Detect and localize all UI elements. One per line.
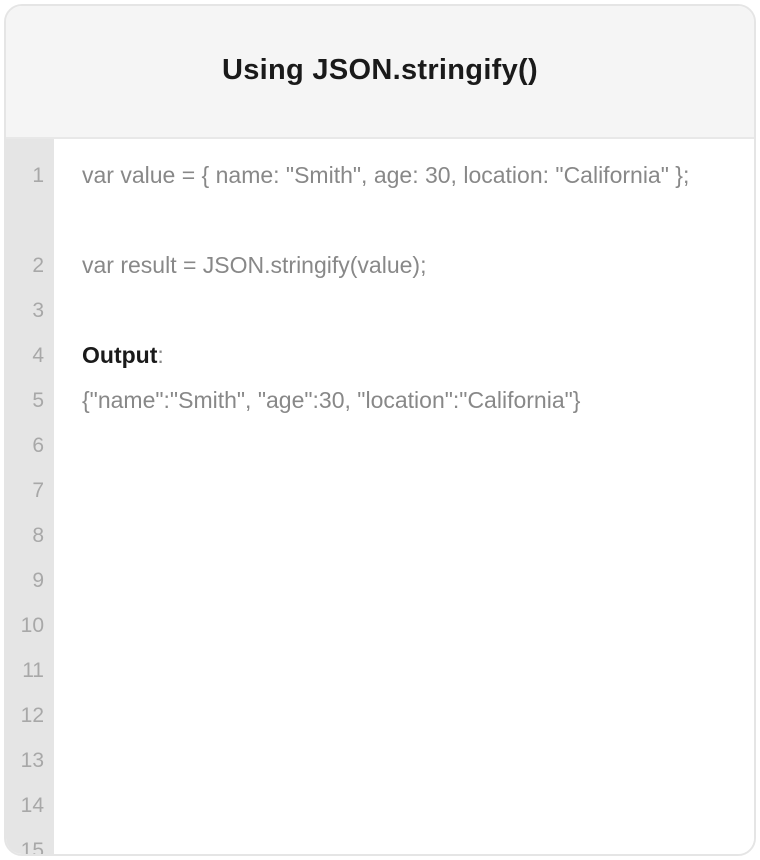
card-header: Using JSON.stringify(): [6, 6, 754, 139]
line-number: 4: [6, 333, 54, 378]
line-number: 7: [6, 468, 54, 513]
line-number: 14: [6, 783, 54, 828]
line-number: 8: [6, 513, 54, 558]
line-number: 13: [6, 738, 54, 783]
card-body: 1 2 3 4 5 6 7 8 9 10 11 12 13 14 15 var …: [6, 139, 754, 854]
line-number: 1: [6, 153, 54, 243]
output-label: Output: [82, 342, 157, 368]
line-number: 2: [6, 243, 54, 288]
code-card: Using JSON.stringify() 1 2 3 4 5 6 7 8 9…: [4, 4, 756, 856]
line-number-gutter: 1 2 3 4 5 6 7 8 9 10 11 12 13 14 15: [6, 139, 54, 854]
line-number: 9: [6, 558, 54, 603]
code-area: var value = { name: "Smith", age: 30, lo…: [54, 139, 754, 854]
line-number: 11: [6, 648, 54, 693]
code-line: Output:: [82, 333, 726, 378]
line-number: 6: [6, 423, 54, 468]
code-line: var value = { name: "Smith", age: 30, lo…: [82, 153, 726, 243]
line-number: 15: [6, 828, 54, 854]
output-colon: :: [157, 342, 163, 368]
code-line: var result = JSON.stringify(value);: [82, 243, 726, 288]
header-title: Using JSON.stringify(): [26, 54, 734, 87]
code-line: {"name":"Smith", "age":30, "location":"C…: [82, 378, 726, 423]
line-number: 12: [6, 693, 54, 738]
line-number: 5: [6, 378, 54, 423]
line-number: 3: [6, 288, 54, 333]
line-number: 10: [6, 603, 54, 648]
code-line: [82, 288, 726, 333]
